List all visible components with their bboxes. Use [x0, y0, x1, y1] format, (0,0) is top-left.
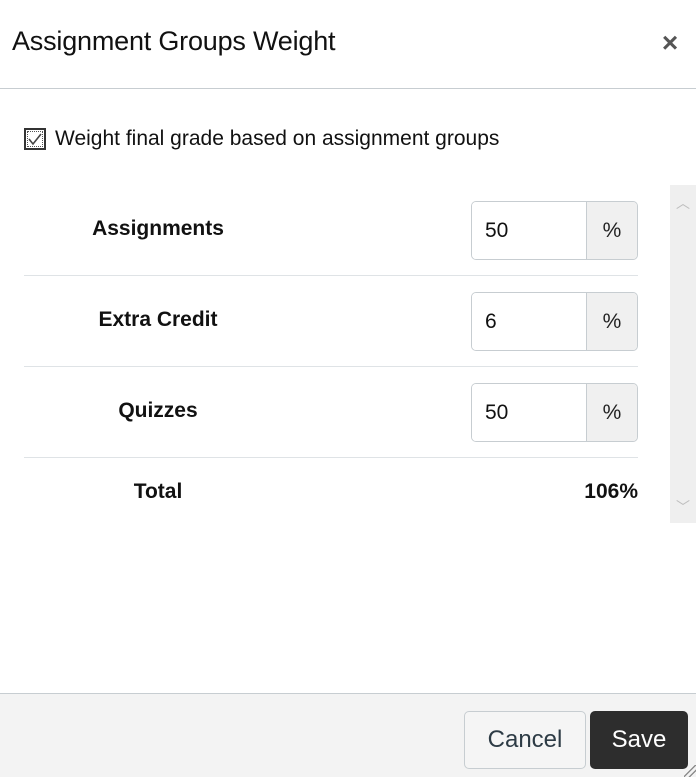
weight-option[interactable]: Weight final grade based on assignment g…	[24, 124, 499, 154]
total-row: Total 106%	[24, 459, 638, 523]
dialog-footer: Cancel Save	[0, 693, 696, 777]
resize-handle-icon[interactable]	[684, 765, 696, 777]
group-row: Extra Credit %	[24, 276, 638, 367]
percent-addon: %	[586, 202, 637, 259]
scroll-up-icon[interactable]: ︿	[670, 193, 696, 213]
weight-checkbox-label: Weight final grade based on assignment g…	[55, 127, 500, 150]
group-weight-input[interactable]	[472, 293, 586, 350]
group-row: Assignments %	[24, 185, 638, 276]
group-weight-input[interactable]	[472, 384, 586, 441]
save-button[interactable]: Save	[590, 711, 688, 769]
checkmark-icon	[28, 133, 42, 146]
group-name: Assignments	[92, 217, 224, 240]
total-value: 106%	[584, 480, 638, 503]
percent-addon: %	[586, 384, 637, 441]
group-name: Extra Credit	[98, 308, 218, 331]
group-weight-field: %	[471, 292, 638, 351]
group-name: Quizzes	[118, 399, 198, 422]
group-weight-input[interactable]	[472, 202, 586, 259]
cancel-button[interactable]: Cancel	[464, 711, 586, 769]
dialog-title: Assignment Groups Weight	[12, 26, 336, 56]
total-label: Total	[133, 480, 183, 503]
weight-checkbox[interactable]	[24, 128, 46, 150]
group-weight-field: %	[471, 383, 638, 442]
scroll-down-icon[interactable]: ﹀	[670, 497, 696, 517]
group-row: Quizzes %	[24, 367, 638, 458]
dialog-header: Assignment Groups Weight ×	[0, 0, 696, 89]
close-icon[interactable]: ×	[656, 28, 684, 58]
percent-addon: %	[586, 293, 637, 350]
scrollbar[interactable]: ︿ ﹀	[670, 185, 696, 523]
group-weight-field: %	[471, 201, 638, 260]
